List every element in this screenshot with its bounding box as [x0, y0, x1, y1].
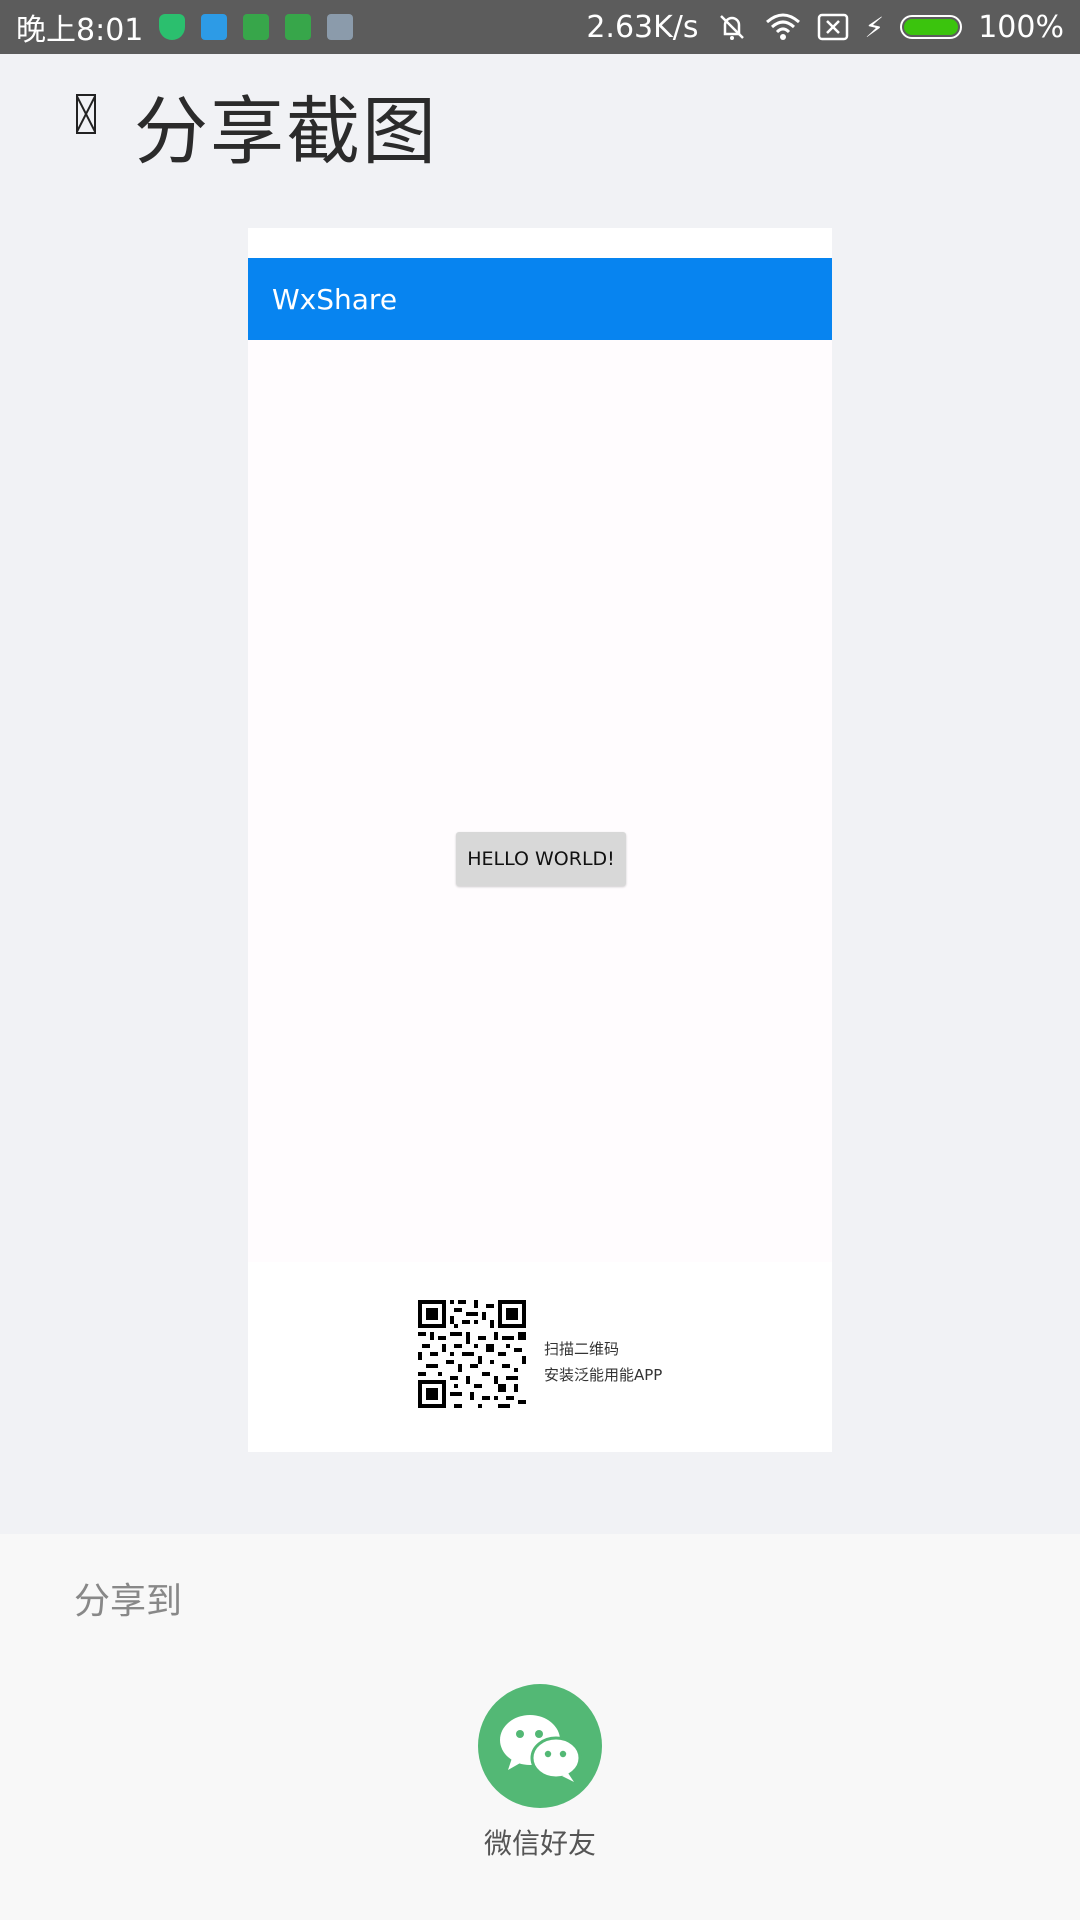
battery-icon — [900, 15, 963, 39]
share-sheet-title: 分享到 — [74, 1581, 183, 1622]
app-icon — [327, 14, 354, 40]
network-speed: 2.63K/s — [586, 9, 699, 45]
battery-percent: 100% — [978, 9, 1064, 45]
share-sheet: 分享到 微信好友 — [0, 1534, 1080, 1920]
qr-code-icon — [418, 1300, 526, 1408]
sim-error-icon — [817, 13, 848, 41]
qr-caption-line1: 扫描二维码 — [544, 1340, 620, 1358]
header: 分享截图 — [0, 54, 1080, 184]
cat-icon — [285, 14, 312, 40]
shield-icon — [159, 14, 186, 40]
screenshot-preview: WxShare HELLO WORLD! 扫描二维码 安装泛能用能APP — [248, 228, 832, 1452]
status-bar: 晚上8:01 2.63K/s ⚡ 100% — [0, 0, 1080, 54]
charging-icon: ⚡ — [864, 10, 885, 44]
preview-content: HELLO WORLD! — [248, 340, 832, 1262]
status-time: 晚上8:01 — [16, 13, 144, 48]
preview-app-bar: WxShare — [248, 258, 832, 340]
wechat-friend-button[interactable] — [478, 1684, 602, 1808]
page-title: 分享截图 — [134, 89, 438, 175]
hello-world-button: HELLO WORLD! — [456, 832, 626, 886]
qr-caption: 扫描二维码 安装泛能用能APP — [544, 1336, 662, 1388]
cat-icon — [243, 14, 270, 40]
wechat-icon — [500, 1715, 582, 1782]
back-icon[interactable] — [76, 94, 96, 134]
preview-footer: 扫描二维码 安装泛能用能APP — [248, 1262, 832, 1452]
wifi-icon — [765, 13, 800, 40]
qr-caption-line2: 安装泛能用能APP — [544, 1366, 663, 1384]
doc-icon — [201, 14, 228, 40]
preview-app-title: WxShare — [272, 282, 398, 316]
wechat-friend-label: 微信好友 — [483, 1827, 596, 1860]
mute-bell-icon — [719, 15, 744, 40]
